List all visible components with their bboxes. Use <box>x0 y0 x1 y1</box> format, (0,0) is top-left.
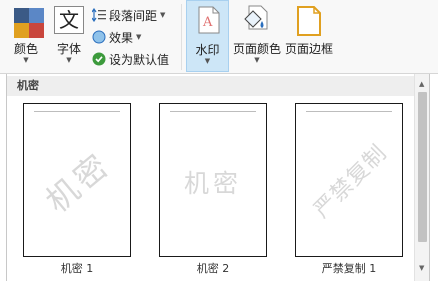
watermark-tile-caption: 严禁复制 1 <box>321 262 377 275</box>
fonts-button[interactable]: 文 字体 ▼ <box>50 0 88 72</box>
page-color-button[interactable]: 页面颜色 ▼ <box>231 0 283 72</box>
page-header-line <box>34 111 120 112</box>
watermark-tile-confidential-2[interactable]: 机密 <box>159 103 267 257</box>
gallery-scrollbar[interactable]: ▲ ▼ <box>414 74 429 281</box>
watermark-tile-confidential-1[interactable]: 机密 <box>23 103 131 257</box>
scroll-down-icon[interactable]: ▼ <box>419 264 424 272</box>
paragraph-spacing-button[interactable]: 段落间距 ▼ <box>91 6 166 24</box>
watermark-label: 水印 <box>195 43 220 57</box>
ribbon-divider <box>181 4 182 70</box>
watermark-button[interactable]: A 水印 ▼ <box>186 0 229 72</box>
gallery-category-header: 机密 <box>7 76 415 96</box>
chevron-down-icon: ▼ <box>136 33 142 41</box>
page-header-line <box>306 111 392 112</box>
chevron-down-icon: ▼ <box>254 56 260 64</box>
watermark-gallery: 机密 机密 机密 1 机密 机密 2 严禁复制 严禁复制 1 ▲ ▼ <box>6 74 430 281</box>
page-color-label: 页面颜色 <box>232 42 281 56</box>
set-default-label: 设为默认值 <box>109 52 170 67</box>
page-borders-label: 页面边框 <box>284 42 333 56</box>
svg-text:A: A <box>202 15 213 30</box>
colors-button[interactable]: 颜色 ▼ <box>2 0 50 72</box>
colors-label: 颜色 <box>13 42 38 56</box>
watermark-tile-do-not-copy-1[interactable]: 严禁复制 <box>295 103 403 257</box>
watermark-preview-text: 严禁复制 <box>309 140 393 224</box>
chevron-down-icon: ▼ <box>204 57 211 65</box>
watermark-icon: A <box>198 6 220 37</box>
effects-button[interactable]: 效果 ▼ <box>92 28 141 46</box>
page-borders-button[interactable]: 页面边框 <box>283 0 335 72</box>
paragraph-spacing-label: 段落间距 <box>109 8 158 23</box>
chevron-down-icon: ▼ <box>23 56 29 64</box>
watermark-preview-text: 机密 <box>183 169 242 198</box>
effects-icon <box>92 30 106 44</box>
page-borders-icon <box>297 6 321 39</box>
theme-fonts-icon: 文 <box>54 6 84 34</box>
chevron-down-icon: ▼ <box>66 56 72 64</box>
watermark-preview-text: 机密 <box>38 144 119 221</box>
watermark-tile-caption: 机密 1 <box>60 262 94 275</box>
paragraph-spacing-icon <box>91 7 106 23</box>
scroll-up-icon[interactable]: ▲ <box>419 80 424 88</box>
set-default-button[interactable]: 设为默认值 <box>92 50 169 68</box>
fonts-label: 字体 <box>56 42 81 56</box>
effects-label: 效果 <box>109 30 134 45</box>
scrollbar-thumb[interactable] <box>418 92 427 242</box>
page-header-line <box>170 111 256 112</box>
theme-colors-icon <box>14 8 44 38</box>
watermark-tile-caption: 机密 2 <box>196 262 230 275</box>
paint-bucket-icon <box>243 5 271 38</box>
ribbon: 颜色 ▼ 文 字体 ▼ 段落间距 ▼ 效果 ▼ 设为默认值 A 水印 ▼ 页面颜… <box>0 0 438 74</box>
chevron-down-icon: ▼ <box>160 11 166 19</box>
check-circle-icon <box>92 52 106 66</box>
